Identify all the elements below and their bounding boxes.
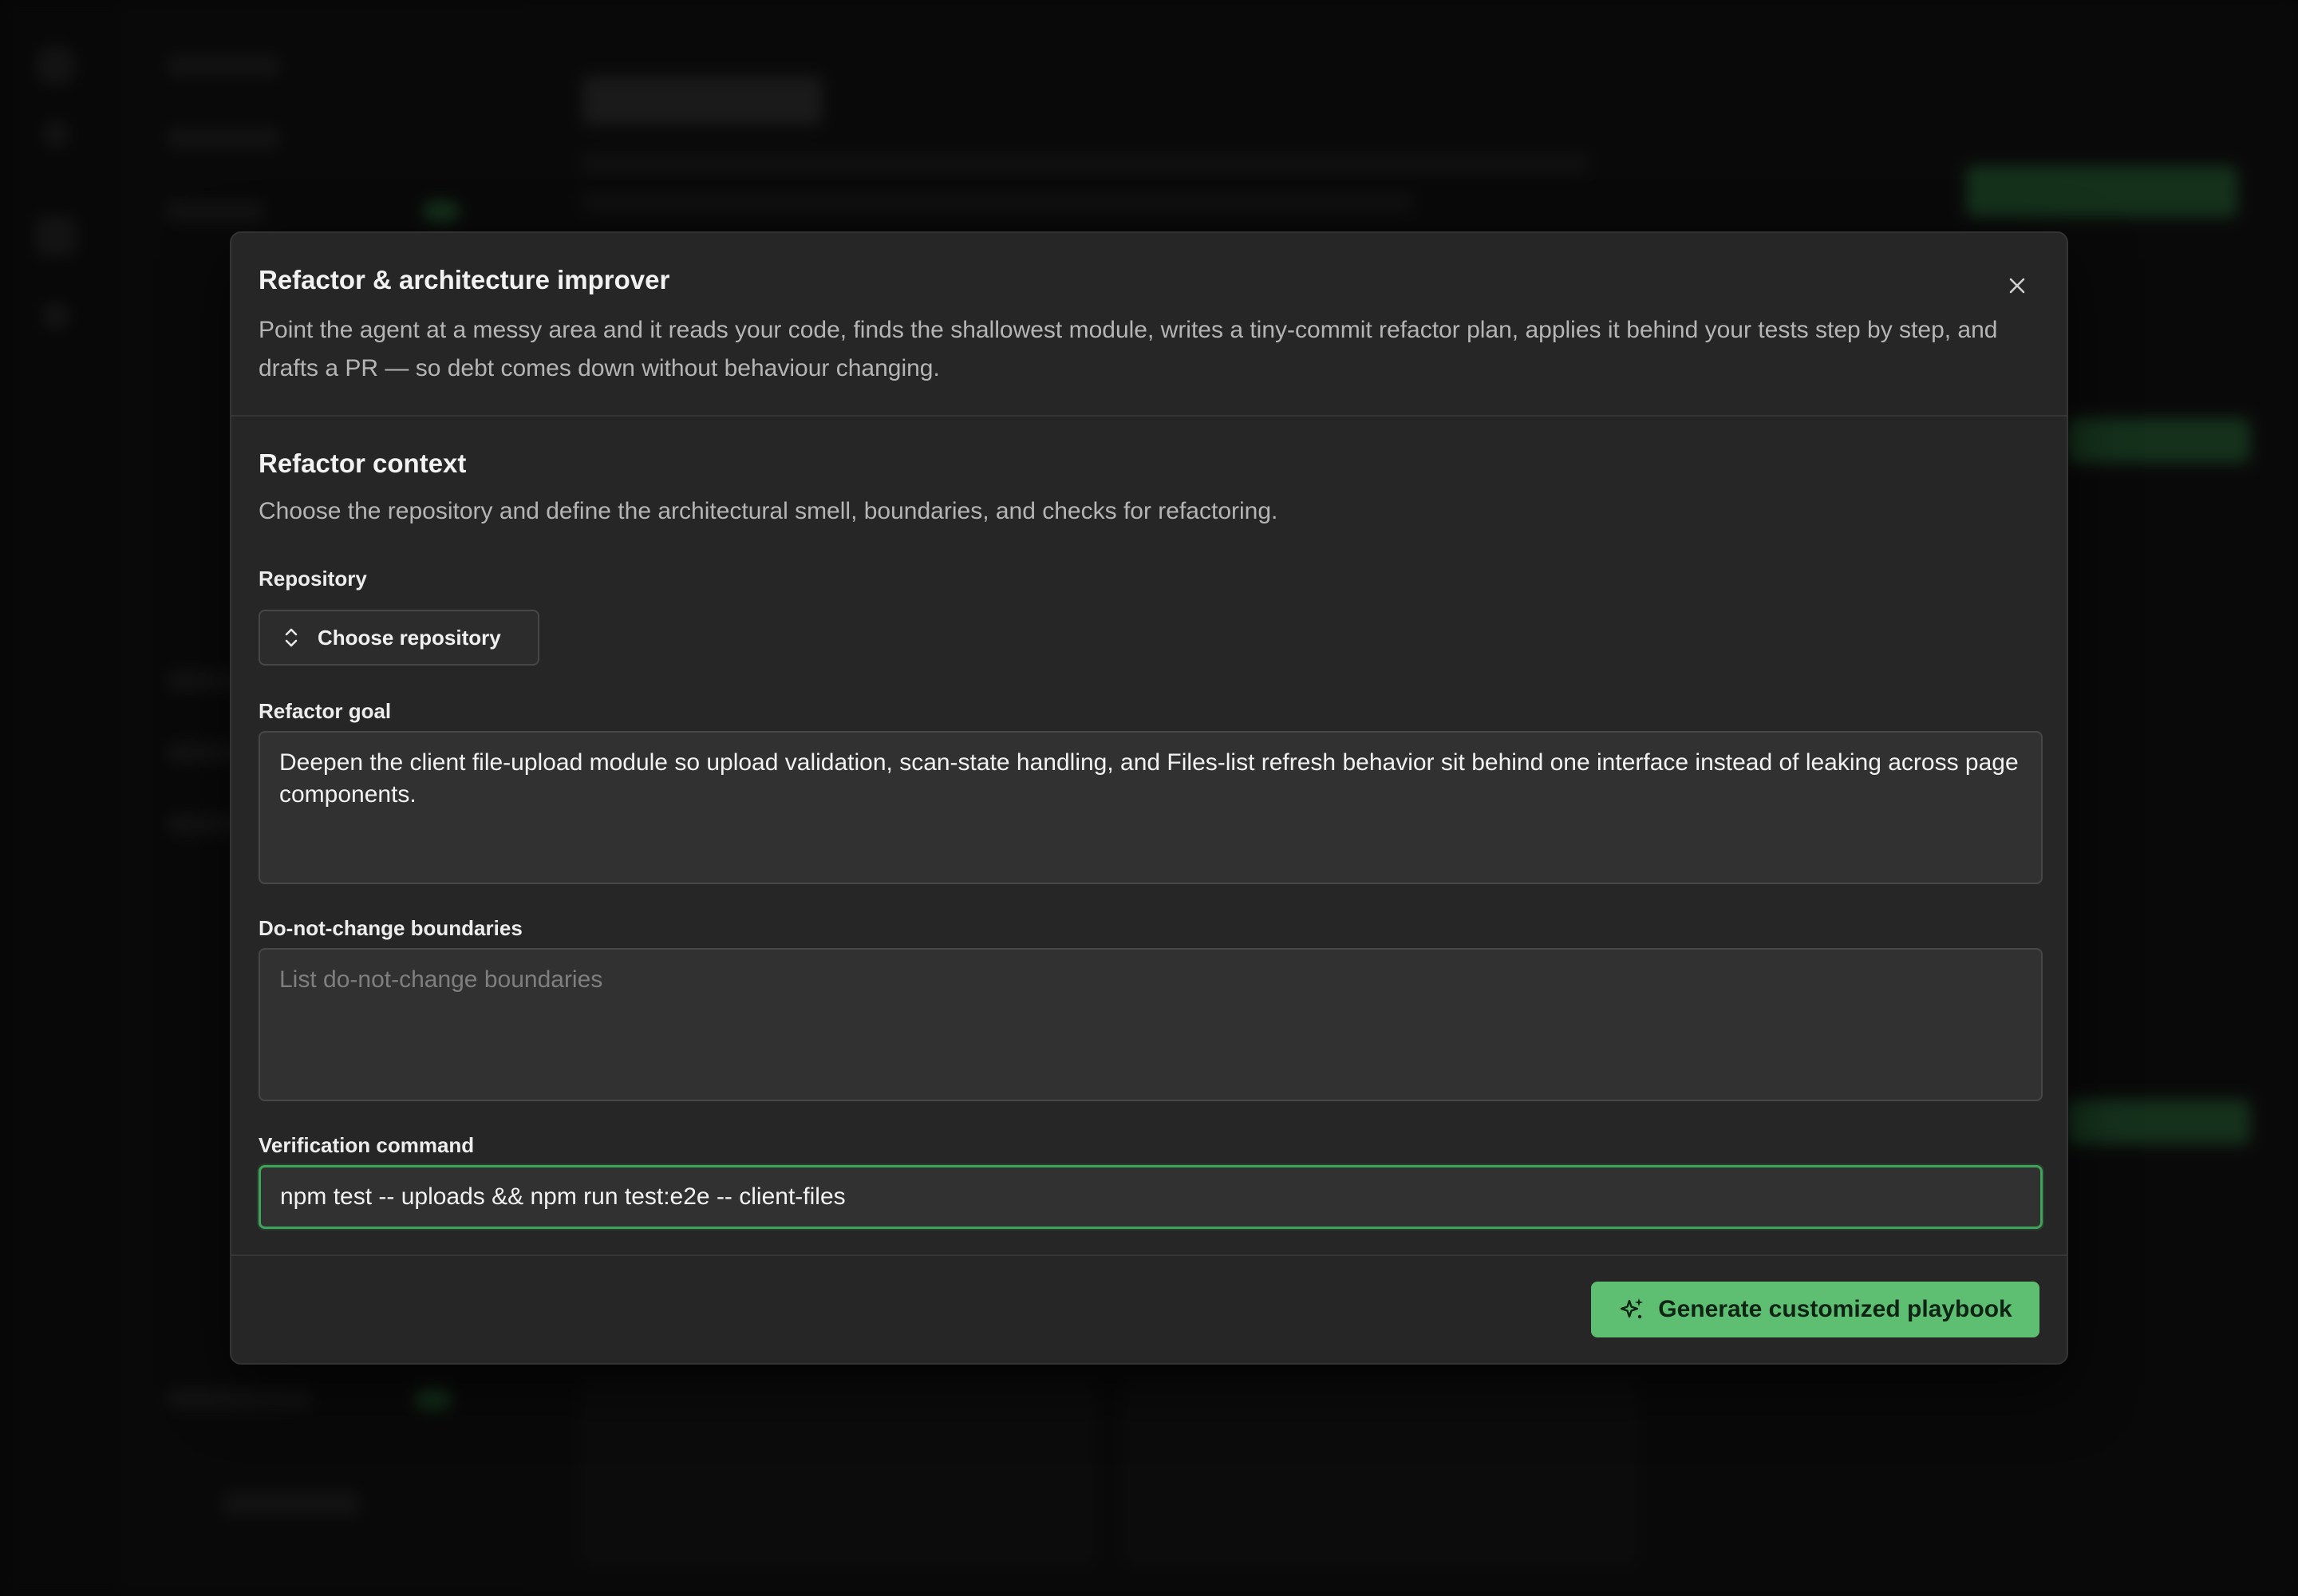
choose-repository-button[interactable]: Choose repository [259, 610, 539, 666]
verification-command-input[interactable]: npm test -- uploads && npm run test:e2e … [259, 1165, 2043, 1229]
close-button[interactable] [1998, 268, 2036, 306]
close-icon [2007, 275, 2028, 300]
section-title: Refactor context [259, 448, 467, 478]
refactor-goal-label: Refactor goal [259, 699, 392, 723]
modal-description: Point the agent at a messy area and it r… [259, 317, 1998, 381]
section-description: Choose the repository and define the arc… [259, 498, 1278, 524]
repository-label: Repository [259, 567, 367, 591]
boundaries-textarea[interactable]: List do-not-change boundaries [259, 948, 2043, 1101]
modal-header: Refactor & architecture improver Point t… [231, 233, 2067, 417]
verification-label: Verification command [259, 1133, 475, 1157]
refactor-goal-textarea[interactable]: Deepen the client file-upload module so … [259, 731, 2043, 884]
modal-title: Refactor & architecture improver [259, 265, 670, 294]
generate-playbook-button[interactable]: Generate customized playbook [1591, 1282, 2039, 1337]
sparkles-icon [1618, 1296, 1645, 1323]
chevron-up-down-icon [282, 626, 302, 650]
boundaries-label: Do-not-change boundaries [259, 916, 523, 940]
refactor-modal: Refactor & architecture improver Point t… [230, 231, 2068, 1365]
footer-divider [231, 1254, 2067, 1256]
choose-repository-label: Choose repository [318, 625, 501, 650]
generate-playbook-label: Generate customized playbook [1658, 1296, 2012, 1322]
